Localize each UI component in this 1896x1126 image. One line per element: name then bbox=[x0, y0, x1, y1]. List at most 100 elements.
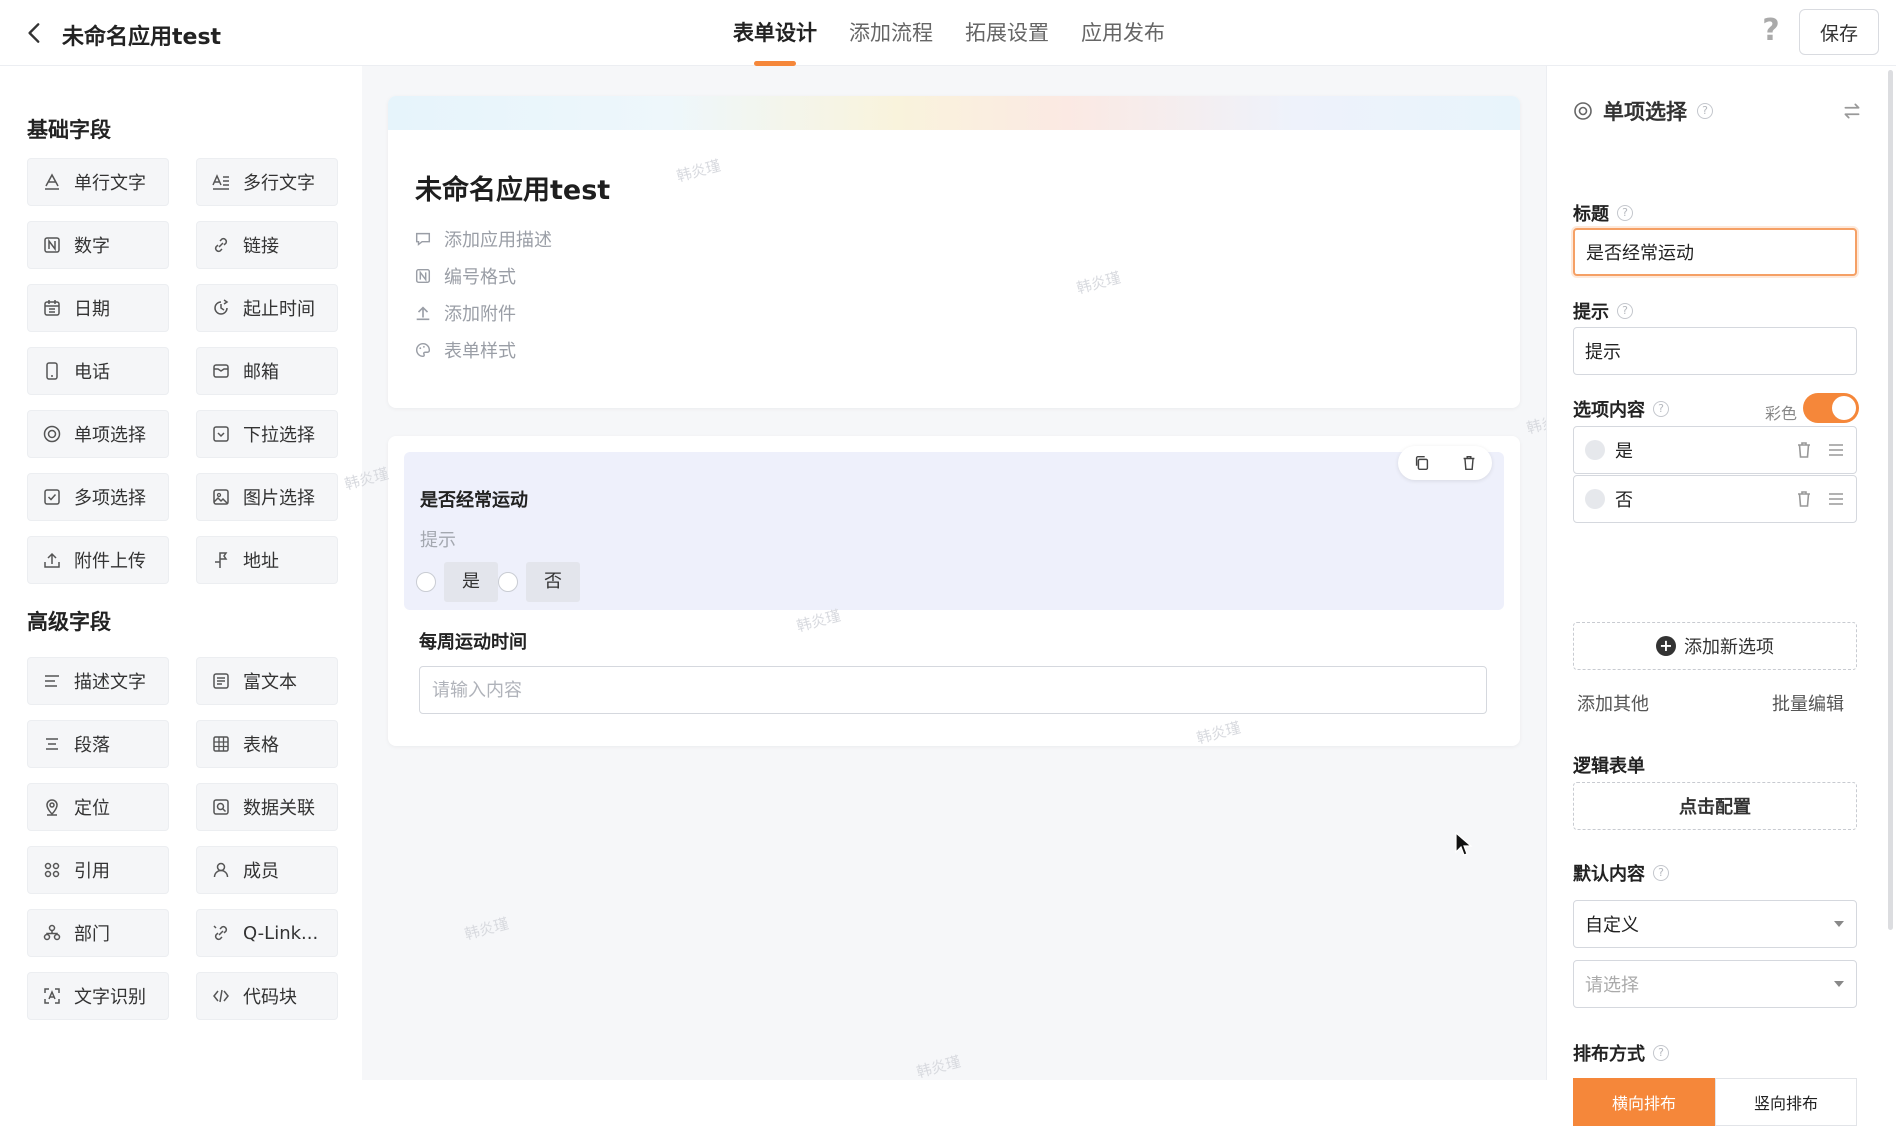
field-item[interactable]: 描述文字 bbox=[27, 657, 169, 705]
option-text[interactable]: 否 bbox=[1615, 486, 1633, 512]
tab-app-publish[interactable]: 应用发布 bbox=[1081, 0, 1165, 66]
field-hint: 提示 bbox=[420, 530, 456, 551]
text-line-icon bbox=[42, 172, 62, 192]
default-mode-select[interactable]: 自定义 bbox=[1573, 900, 1857, 948]
layout-vertical-button[interactable]: 竖向排布 bbox=[1715, 1078, 1857, 1126]
advanced-fields-title: 高级字段 bbox=[27, 610, 111, 634]
option-text[interactable]: 是 bbox=[1615, 437, 1633, 463]
selected-field-radio[interactable]: 是否经常运动 提示 是 否 bbox=[404, 446, 1504, 610]
radio-option-no[interactable]: 否 bbox=[498, 562, 580, 602]
tab-form-design[interactable]: 表单设计 bbox=[733, 0, 817, 66]
help-circle-icon[interactable]: ? bbox=[1653, 401, 1669, 417]
field-item[interactable]: 定位 bbox=[27, 783, 169, 831]
help-circle-icon[interactable]: ? bbox=[1617, 303, 1633, 319]
radio-circle bbox=[498, 572, 518, 592]
ocr-icon bbox=[42, 986, 62, 1006]
delete-icon[interactable] bbox=[1458, 452, 1480, 474]
field-item-label: 数字 bbox=[74, 236, 110, 257]
field-item-label: 图片选择 bbox=[243, 488, 315, 509]
add-other-link[interactable]: 添加其他 bbox=[1577, 690, 1649, 716]
field-item[interactable]: 段落 bbox=[27, 720, 169, 768]
number-format-icon bbox=[415, 268, 431, 284]
save-button[interactable]: 保存 bbox=[1799, 9, 1879, 55]
add-description-link[interactable]: 添加应用描述 bbox=[414, 226, 552, 252]
field-item[interactable]: 多项选择 bbox=[27, 473, 169, 521]
title-input[interactable] bbox=[1573, 228, 1857, 276]
field-item[interactable]: 链接 bbox=[196, 221, 338, 269]
batch-edit-link[interactable]: 批量编辑 bbox=[1772, 690, 1844, 716]
copy-icon[interactable] bbox=[1411, 452, 1433, 474]
field-item[interactable]: 部门 bbox=[27, 909, 169, 957]
add-description-label: 添加应用描述 bbox=[444, 230, 552, 251]
help-circle-icon[interactable]: ? bbox=[1653, 1045, 1669, 1061]
back-arrow-icon[interactable] bbox=[22, 20, 48, 46]
field-item-label: 起止时间 bbox=[243, 299, 315, 320]
app-title: 未命名应用test bbox=[62, 25, 222, 50]
upload-icon bbox=[42, 550, 62, 570]
field-item[interactable]: 成员 bbox=[196, 846, 338, 894]
field-item-label: 地址 bbox=[243, 551, 279, 572]
basic-fields-title: 基础字段 bbox=[27, 118, 111, 142]
number-format-link[interactable]: 编号格式 bbox=[414, 263, 516, 289]
layout-horizontal-button[interactable]: 横向排布 bbox=[1573, 1078, 1715, 1126]
field-item-label: 电话 bbox=[74, 362, 110, 383]
options-label-text: 选项内容 bbox=[1573, 400, 1645, 421]
add-option-button[interactable]: + 添加新选项 bbox=[1573, 622, 1857, 670]
field-item-label: 文字识别 bbox=[74, 987, 146, 1008]
help-circle-icon[interactable]: ? bbox=[1617, 205, 1633, 221]
color-toggle[interactable] bbox=[1803, 393, 1859, 423]
field-item[interactable]: 文字识别 bbox=[27, 972, 169, 1020]
field-item[interactable]: 代码块 bbox=[196, 972, 338, 1020]
help-icon[interactable]: ? bbox=[1756, 16, 1786, 46]
tab-extension-settings[interactable]: 拓展设置 bbox=[965, 0, 1049, 66]
field-item[interactable]: Q-Link... bbox=[196, 909, 338, 957]
swap-icon[interactable] bbox=[1841, 100, 1863, 122]
field-item-label: 成员 bbox=[243, 861, 279, 882]
field-item[interactable]: 附件上传 bbox=[27, 536, 169, 584]
field-item[interactable]: 图片选择 bbox=[196, 473, 338, 521]
hint-input[interactable] bbox=[1573, 327, 1857, 375]
field-item[interactable]: 表格 bbox=[196, 720, 338, 768]
field-item[interactable]: 数据关联 bbox=[196, 783, 338, 831]
field-item[interactable]: 富文本 bbox=[196, 657, 338, 705]
field-item[interactable]: 起止时间 bbox=[196, 284, 338, 332]
field-item[interactable]: 下拉选择 bbox=[196, 410, 338, 458]
tab-add-flow[interactable]: 添加流程 bbox=[849, 0, 933, 66]
top-bar: 未命名应用test 表单设计 添加流程 拓展设置 应用发布 ? 保存 bbox=[0, 0, 1896, 66]
field-item[interactable]: 数字 bbox=[27, 221, 169, 269]
trash-icon[interactable] bbox=[1794, 489, 1814, 509]
paragraph-icon bbox=[42, 734, 62, 754]
weekly-exercise-input[interactable] bbox=[419, 666, 1487, 714]
field-item[interactable]: 多行文字 bbox=[196, 158, 338, 206]
drag-handle-icon[interactable] bbox=[1826, 440, 1846, 460]
radio-option-yes[interactable]: 是 bbox=[416, 562, 498, 602]
add-attachment-link[interactable]: 添加附件 bbox=[414, 300, 516, 326]
default-content-label: 默认内容? bbox=[1573, 860, 1669, 886]
panel-scrollbar[interactable] bbox=[1888, 70, 1893, 930]
reference-icon bbox=[42, 860, 62, 880]
field-item[interactable]: 引用 bbox=[27, 846, 169, 894]
field-item[interactable]: 电话 bbox=[27, 347, 169, 395]
option-color-dot[interactable] bbox=[1585, 489, 1605, 509]
field-item-label: 描述文字 bbox=[74, 672, 146, 693]
option-color-dot[interactable] bbox=[1585, 440, 1605, 460]
help-circle-icon[interactable]: ? bbox=[1653, 865, 1669, 881]
field-item-label: Q-Link... bbox=[243, 922, 319, 944]
mail-icon bbox=[211, 361, 231, 381]
field-item[interactable]: 邮箱 bbox=[196, 347, 338, 395]
rich-text-icon bbox=[211, 671, 231, 691]
field-item-label: 下拉选择 bbox=[243, 425, 315, 446]
configure-logic-button[interactable]: 点击配置 bbox=[1573, 782, 1857, 830]
form-title[interactable]: 未命名应用test bbox=[415, 168, 610, 207]
field-item[interactable]: 地址 bbox=[196, 536, 338, 584]
drag-handle-icon[interactable] bbox=[1826, 489, 1846, 509]
field-item[interactable]: 单行文字 bbox=[27, 158, 169, 206]
field-item[interactable]: 日期 bbox=[27, 284, 169, 332]
trash-icon[interactable] bbox=[1794, 440, 1814, 460]
help-circle-icon[interactable]: ? bbox=[1697, 103, 1713, 119]
panel-title: 单项选择 bbox=[1603, 100, 1687, 124]
number-format-label: 编号格式 bbox=[444, 267, 516, 288]
field-item[interactable]: 单项选择 bbox=[27, 410, 169, 458]
form-style-link[interactable]: 表单样式 bbox=[414, 337, 516, 363]
default-value-select[interactable]: 请选择 bbox=[1573, 960, 1857, 1008]
